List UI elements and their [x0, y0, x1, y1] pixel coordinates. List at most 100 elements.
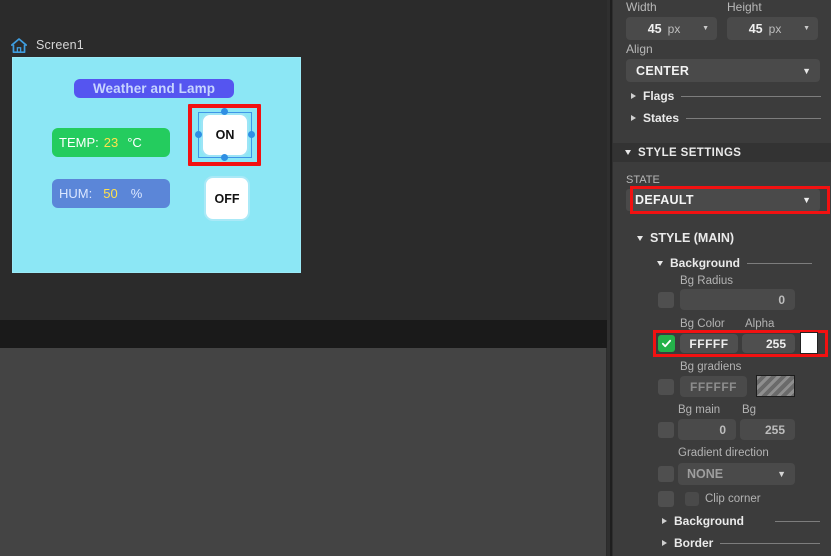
editor-bottom-dark-band [0, 320, 607, 348]
height-label: Height [727, 0, 762, 14]
bg-color-value: FFFFF [689, 336, 729, 351]
clip-corner-checkbox[interactable] [685, 492, 699, 506]
chevron-right-icon [631, 93, 636, 99]
editor-bottom-gray-panel [0, 348, 606, 556]
height-input[interactable]: 45 px ▼ [727, 17, 818, 40]
style-settings-header[interactable]: STYLE SETTINGS [613, 143, 831, 162]
bg-main-input[interactable]: 0 [678, 419, 736, 440]
section-rule [686, 117, 821, 119]
states-section-header[interactable]: States [631, 111, 821, 125]
clip-corner-label: Clip corner [705, 493, 761, 505]
bg-secondary-value: 255 [764, 422, 785, 437]
flags-label: Flags [643, 89, 675, 103]
bg-gradiens-value: FFFFFF [690, 379, 737, 394]
canvas-off-button[interactable]: OFF [206, 178, 248, 219]
chevron-down-icon[interactable]: ▼ [702, 25, 709, 32]
chevron-right-icon [662, 518, 667, 524]
resize-handle-bottom[interactable] [221, 154, 228, 161]
section-rule [720, 542, 820, 544]
canvas-hum-label[interactable]: HUM: 50 % [52, 179, 170, 208]
height-field-group: Height 45 px ▼ [727, 0, 818, 40]
clip-corner-toggle[interactable] [658, 491, 674, 507]
background-group-label: Background [670, 256, 741, 270]
editor-area: Screen1 Weather and Lamp TEMP: 23 °C HUM… [0, 0, 608, 556]
states-label: States [643, 111, 680, 125]
bg-gradiens-swatch[interactable] [756, 375, 795, 397]
bg-gradiens-toggle[interactable] [658, 379, 674, 395]
align-value: CENTER [636, 63, 690, 78]
gradient-direction-toggle[interactable] [658, 466, 674, 482]
bg-gradiens-hex-input[interactable]: FFFFFF [680, 376, 747, 397]
canvas-on-button[interactable]: ON [203, 115, 247, 155]
section-rule [747, 262, 812, 264]
background-section-header[interactable]: Background [662, 514, 820, 528]
state-select-highlight [630, 186, 830, 214]
border-section-label: Border [674, 536, 714, 550]
resize-handle-top[interactable] [221, 108, 228, 115]
bg-color-hex-input[interactable]: FFFFF [680, 334, 738, 353]
chevron-down-icon [657, 260, 663, 266]
canvas-temp-label[interactable]: TEMP: 23 °C [52, 128, 170, 157]
app-root: Screen1 Weather and Lamp TEMP: 23 °C HUM… [0, 0, 831, 556]
screen-tab[interactable]: Screen1 [10, 34, 84, 56]
style-main-section-header[interactable]: STYLE (MAIN) [637, 231, 734, 245]
bg-main-toggle[interactable] [658, 422, 674, 438]
temp-unit: °C [127, 135, 142, 150]
gradient-direction-select[interactable]: NONE ▼ [678, 463, 795, 485]
resize-handle-left[interactable] [195, 131, 202, 138]
temp-label-text: TEMP: [59, 135, 99, 150]
bg-gradiens-label: Bg gradiens [680, 361, 742, 373]
temp-value: 23 [103, 135, 119, 150]
bg-radius-label: Bg Radius [680, 275, 734, 287]
bg-color-alpha-input[interactable]: 255 [742, 334, 795, 353]
hum-label-text: HUM: [59, 186, 93, 201]
background-section-label: Background [674, 514, 745, 528]
hum-value: 50 [103, 186, 118, 201]
width-label: Width [626, 0, 657, 14]
canvas-title-label[interactable]: Weather and Lamp [74, 79, 234, 98]
align-select[interactable]: CENTER ▼ [626, 59, 820, 82]
background-group-header[interactable]: Background [657, 256, 812, 270]
height-unit: px [768, 21, 782, 36]
bg-color-checkbox[interactable] [658, 335, 675, 352]
width-field-group: Width 45 px ▼ [626, 0, 717, 40]
gradient-direction-value: NONE [687, 467, 724, 481]
bg-color-swatch[interactable] [800, 332, 818, 354]
height-value: 45 [748, 21, 763, 36]
bg-secondary-input[interactable]: 255 [740, 419, 795, 440]
alpha-value: 255 [765, 336, 786, 351]
section-rule [681, 95, 821, 97]
width-value: 45 [647, 21, 662, 36]
bg-radius-input[interactable]: 0 [680, 289, 795, 310]
screen-tab-label: Screen1 [36, 38, 84, 52]
bg-main-label: Bg main [678, 404, 721, 416]
chevron-right-icon [631, 115, 636, 121]
state-label: STATE [626, 174, 660, 186]
align-label: Align [626, 42, 653, 56]
hum-unit: % [130, 186, 143, 201]
check-icon [661, 339, 672, 348]
alpha-label: Alpha [745, 318, 775, 330]
chevron-down-icon: ▼ [777, 469, 786, 479]
chevron-down-icon [625, 150, 631, 155]
bg-color-label: Bg Color [680, 318, 725, 330]
home-icon [10, 37, 28, 53]
bg-radius-value: 0 [778, 292, 785, 307]
chevron-down-icon[interactable]: ▼ [803, 25, 810, 32]
gradient-direction-label: Gradient direction [678, 447, 769, 459]
panel-divider-line [610, 0, 612, 556]
chevron-down-icon: ▼ [802, 65, 811, 76]
size-row: Width 45 px ▼ Height 45 px ▼ [626, 0, 818, 40]
chevron-right-icon [662, 540, 667, 546]
border-section-header[interactable]: Border [662, 536, 820, 550]
width-input[interactable]: 45 px ▼ [626, 17, 717, 40]
bg-radius-toggle[interactable] [658, 292, 674, 308]
width-unit: px [667, 21, 681, 36]
resize-handle-right[interactable] [248, 131, 255, 138]
flags-section-header[interactable]: Flags [631, 89, 821, 103]
bg-main-value: 0 [719, 422, 726, 437]
style-settings-label: STYLE SETTINGS [638, 146, 742, 159]
chevron-down-icon [637, 235, 643, 241]
bg-secondary-label: Bg [742, 404, 757, 416]
section-rule [775, 520, 820, 522]
